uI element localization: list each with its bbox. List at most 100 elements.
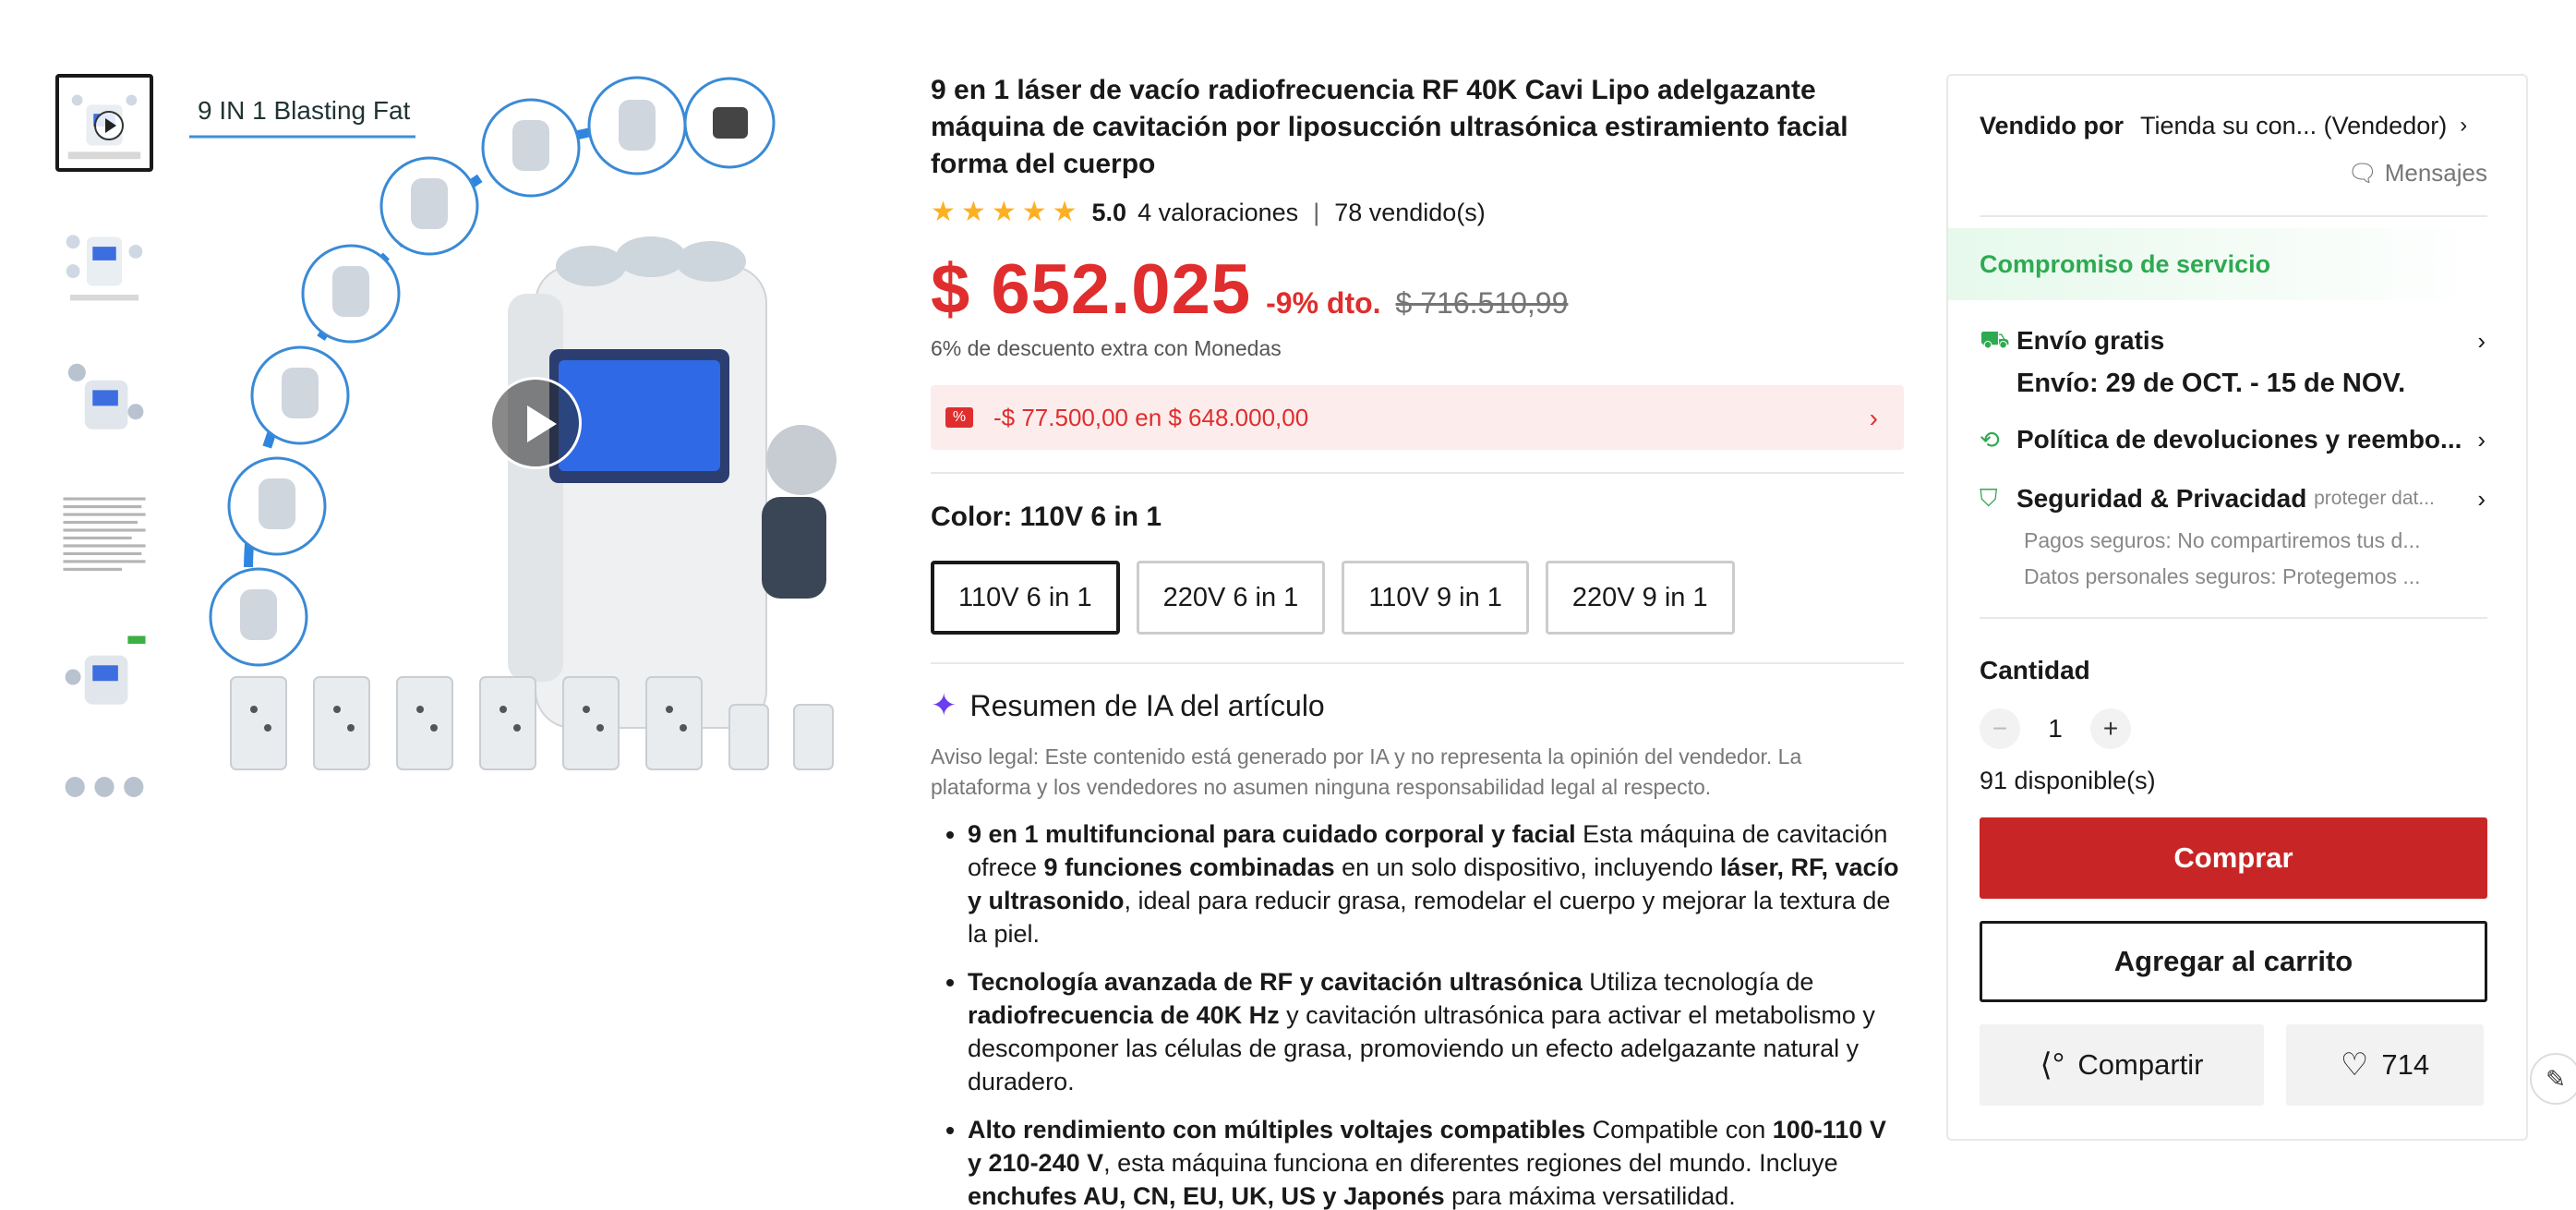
seller-name[interactable]: Tienda su con... (Vendedor) [2140,112,2447,140]
thumbnail-2[interactable] [55,212,153,310]
product-info: 9 en 1 láser de vacío radiofrecuencia RF… [931,72,1904,1210]
security-title: Seguridad & Privacidad [2016,484,2307,513]
shield-icon: ⛉ [1980,484,1998,512]
purchase-panel-inner: Vendido por Tienda su con... (Vendedor) … [1948,76,2487,1106]
wishlist-count: 714 [2381,1048,2430,1081]
original-price: $ 716.510,99 [1395,286,1569,320]
summary-bullet: 9 en 1 multifuncional para cuidado corpo… [968,817,1904,950]
thumbnail-4[interactable] [55,490,153,587]
quantity-stepper: − 1 + [1980,708,2487,750]
play-video-icon[interactable] [489,377,582,469]
ai-summary-title: Resumen de IA del artículo [969,688,1325,722]
chevron-right-icon: › [1869,404,1878,432]
divider [1980,215,2487,217]
star-icon: ★ [1052,197,1077,227]
chevron-right-icon: › [2477,326,2486,355]
star-icon: ★ [991,197,1017,227]
share-button[interactable]: ⟨° Compartir [1980,1024,2264,1106]
bullet-text: enchufes AU, CN, EU, UK, US y Japonés [968,1182,1445,1210]
bullet-text: 9 en 1 multifuncional para cuidado corpo… [968,820,1576,848]
color-selected-value: 110V 6 in 1 [1019,502,1162,532]
bullet-text: Utiliza tecnología de [1582,968,1814,996]
ai-legal-note: Aviso legal: Este contenido está generad… [931,744,1802,799]
main-product-image[interactable]: 9 IN 1 Blasting Fat [185,72,891,783]
divider [931,472,1904,474]
star-icon: ★ [931,197,956,227]
quantity-value[interactable]: 1 [2020,714,2090,744]
minus-icon[interactable]: − [1980,708,2020,749]
rating-row: ★ ★ ★ ★ ★ 5.0 4 valoraciones | 78 vendid… [931,192,1904,233]
separator: | [1313,198,1320,226]
message-icon: 🗨 [2347,159,2378,187]
bullet-text: Tecnología avanzada de RF y cavitación u… [968,968,1583,996]
thumbnail-5[interactable] [55,628,153,726]
shipping-row[interactable]: ⛟ Envío gratis › Envío: 29 de OCT. - 15 de… [1980,322,2487,399]
thumbnail-3[interactable] [55,351,153,449]
returns-row[interactable]: ⟲ Política de devoluciones y reembo... › [1980,421,2487,458]
wishlist-button[interactable]: ♡ 714 [2286,1024,2484,1106]
bullet-text: Compatible con [1585,1116,1773,1143]
add-to-cart-button[interactable]: Agregar al carrito [1980,921,2487,1002]
sparkle-icon: ✦ [931,688,957,723]
bullet-text: radiofrecuencia de 40K Hz [968,1001,1280,1029]
price-row: $ 652.025 -9% dto. $ 716.510,99 [931,249,1904,329]
variant-option-220v-9in1[interactable]: 220V 9 in 1 [1545,561,1735,635]
product-page: 9 IN 1 Blasting Fat 9 en 1 láser de vací… [0,0,2576,1210]
rating-score: 5.0 [1091,198,1127,226]
variant-options: 110V 6 in 1 220V 6 in 1 110V 9 in 1 220V… [931,561,1904,635]
messages-link[interactable]: 🗨 Mensajes [1980,159,2487,188]
quantity-label: Cantidad [1980,656,2090,684]
messages-label: Mensajes [2384,159,2487,187]
color-label: Color: 110V 6 in 1 [931,502,1904,533]
bullet-text: para máxima versatilidad. [1444,1182,1736,1210]
discount-badge: -9% dto. [1266,286,1381,320]
coins-discount: 6% de descuento extra con Monedas [931,336,1282,360]
product-title: 9 en 1 láser de vacío radiofrecuencia RF… [931,75,1848,179]
star-icon: ★ [1021,197,1047,227]
star-rating: ★ ★ ★ ★ ★ [931,199,1077,226]
variant-option-220v-6in1[interactable]: 220V 6 in 1 [1136,561,1326,635]
service-commitment-title: Compromiso de servicio [1948,228,2487,300]
availability: 91 disponible(s) [1980,767,2156,794]
variant-option-110v-9in1[interactable]: 110V 9 in 1 [1342,561,1529,635]
bullet-text: , esta máquina funciona en diferentes re… [1103,1149,1838,1177]
bullet-text: Alto rendimiento con múltiples voltajes … [968,1116,1586,1143]
reviews-link[interactable]: 4 valoraciones [1138,199,1298,227]
variant-option-110v-6in1[interactable]: 110V 6 in 1 [931,561,1120,635]
color-label-prefix: Color: [931,502,1013,532]
divider [931,662,1904,664]
seller-row[interactable]: Vendido por Tienda su con... (Vendedor) … [1980,109,2487,142]
summary-bullet: Tecnología avanzada de RF y cavitación u… [968,965,1904,1098]
returns-title: Política de devoluciones y reembo... [2016,425,2462,454]
buy-button[interactable]: Comprar [1980,817,2487,899]
seller-label: Vendido por [1980,111,2125,139]
share-icon: ⟨° [2040,1047,2065,1083]
secure-payments-note: Pagos seguros: No compartiremos tus d... [2024,528,2421,552]
divider [1980,617,2487,619]
current-price: $ 652.025 [931,250,1252,329]
thumbnail-strip [55,74,157,848]
security-subtitle: proteger dat... [2314,488,2435,509]
ai-summary-bullets: 9 en 1 multifuncional para cuidado corpo… [931,817,1904,1210]
shipping-date: Envío: 29 de OCT. - 15 de NOV. [2016,369,2406,398]
chevron-right-icon: › [2477,484,2486,513]
summary-bullet: Alto rendimiento con múltiples voltajes … [968,1113,1904,1210]
play-icon [94,111,124,140]
bullet-text: 9 funciones combinadas [1043,853,1335,881]
ai-summary-header: ✦ Resumen de IA del artículo [931,686,1904,725]
thumbnail-6[interactable] [55,767,153,807]
coupon-icon: % [945,407,973,428]
truck-icon: ⛟ [1980,324,2010,353]
edit-icon[interactable]: ✎ [2530,1053,2576,1105]
security-row[interactable]: ⛉ Seguridad & Privacidad proteger dat... ›… [1980,480,2487,589]
secure-data-note: Datos personales seguros: Protegemos ... [2024,564,2421,588]
star-icon: ★ [960,197,986,227]
share-label: Compartir [2077,1048,2204,1081]
shipping-title: Envío gratis [2016,326,2165,355]
secondary-actions: ⟨° Compartir ♡ 714 [1980,1024,2487,1106]
plus-icon[interactable]: + [2090,708,2131,749]
thumbnail-video[interactable] [55,74,153,172]
return-icon: ⟲ [1980,425,2000,454]
coupon-banner[interactable]: % -$ 77.500,00 en $ 648.000,00 › [931,385,1904,450]
image-caption: 9 IN 1 Blasting Fat [198,96,411,125]
